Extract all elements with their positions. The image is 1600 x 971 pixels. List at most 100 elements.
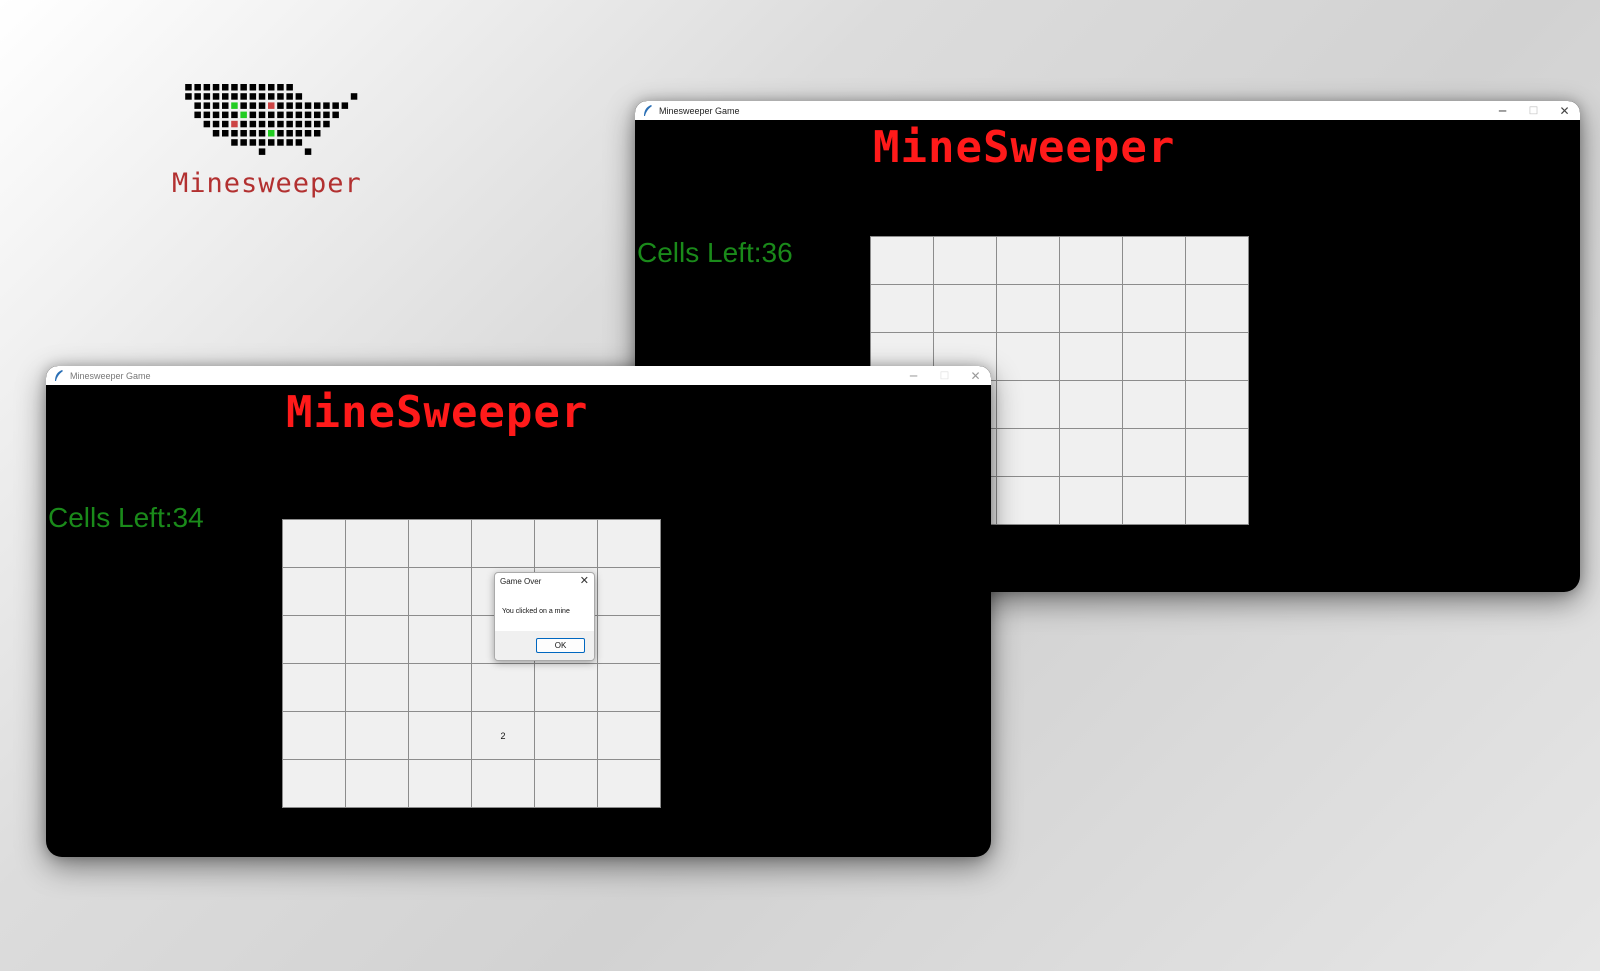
grid-cell[interactable] [997, 285, 1059, 332]
grid-cell[interactable] [1123, 237, 1185, 284]
grid-cell[interactable] [1060, 429, 1122, 476]
logo-dot [295, 139, 303, 146]
grid-cell[interactable] [1123, 333, 1185, 380]
grid-cell[interactable] [283, 664, 345, 711]
grid-cell[interactable] [535, 712, 597, 759]
grid-cell[interactable] [472, 760, 534, 807]
logo-dot [203, 111, 211, 119]
grid-cell[interactable] [1123, 429, 1185, 476]
grid-cell[interactable] [346, 520, 408, 567]
logo-dot [323, 102, 330, 109]
close-button[interactable]: ✕ [1549, 101, 1580, 120]
grid-cell[interactable] [997, 237, 1059, 284]
logo-dot [295, 111, 303, 119]
minimize-button[interactable]: ─ [898, 366, 929, 385]
logo-dot [231, 111, 238, 119]
grid-cell[interactable] [346, 712, 408, 759]
logo-dot [277, 139, 284, 146]
grid-cell[interactable] [283, 616, 345, 663]
logo-dot [286, 120, 293, 128]
grid-cell[interactable] [598, 520, 660, 567]
grid-cell[interactable] [283, 568, 345, 615]
feather-icon [644, 104, 652, 116]
grid-cell[interactable] [598, 760, 660, 807]
grid-cell[interactable] [1186, 381, 1248, 428]
grid-cell[interactable] [535, 664, 597, 711]
logo-dot [222, 102, 229, 109]
grid-cell[interactable] [535, 520, 597, 567]
logo-dot [240, 93, 247, 100]
ok-button[interactable]: OK [536, 638, 585, 653]
grid-cell[interactable] [1060, 237, 1122, 284]
logo-dot [222, 93, 229, 100]
grid-cell[interactable]: 2 [472, 712, 534, 759]
grid-cell[interactable] [409, 760, 471, 807]
cells-left-counter: Cells Left:36 [637, 237, 793, 268]
grid-cell[interactable] [871, 237, 933, 284]
grid-cell[interactable] [1123, 285, 1185, 332]
grid-cell[interactable] [997, 333, 1059, 380]
grid-cell[interactable] [535, 760, 597, 807]
window-title: Minesweeper Game [70, 370, 151, 381]
grid-cell[interactable] [346, 760, 408, 807]
grid-cell[interactable] [598, 664, 660, 711]
grid-cell[interactable] [1186, 237, 1248, 284]
logo-dot [249, 120, 257, 128]
dialog-title-bar[interactable]: Game Over ✕ [495, 573, 594, 590]
grid-cell[interactable] [598, 616, 660, 663]
grid-cell[interactable] [346, 616, 408, 663]
grid-cell[interactable] [346, 568, 408, 615]
logo-dot [249, 111, 257, 119]
logo-dot [258, 148, 266, 155]
logo-dot [304, 111, 312, 119]
grid-cell[interactable] [472, 520, 534, 567]
grid-cell[interactable] [409, 664, 471, 711]
logo-dot [249, 93, 257, 100]
grid-cell[interactable] [409, 568, 471, 615]
grid-cell[interactable] [997, 381, 1059, 428]
logo-dot [203, 102, 211, 109]
grid-cell[interactable] [934, 285, 996, 332]
grid-cell[interactable] [997, 477, 1059, 524]
maximize-button[interactable]: □ [929, 366, 960, 385]
logo-dot [268, 130, 275, 137]
grid-cell[interactable] [409, 616, 471, 663]
grid-cell[interactable] [598, 568, 660, 615]
grid-cell[interactable] [283, 760, 345, 807]
grid-cell[interactable] [1060, 285, 1122, 332]
close-icon[interactable]: ✕ [580, 574, 589, 587]
game-over-dialog: Game Over ✕ You clicked on a mine OK [494, 572, 595, 661]
logo-dot [286, 139, 293, 146]
grid-cell[interactable] [283, 712, 345, 759]
grid-cell[interactable] [409, 712, 471, 759]
grid-cell[interactable] [1186, 429, 1248, 476]
grid-cell[interactable] [934, 237, 996, 284]
logo-dot [212, 111, 220, 119]
grid-cell[interactable] [409, 520, 471, 567]
dialog-title: Game Over [500, 577, 542, 586]
grid-cell[interactable] [1123, 477, 1185, 524]
title-bar[interactable]: Minesweeper Game ─ □ ✕ [46, 366, 991, 385]
maximize-button[interactable]: □ [1518, 101, 1549, 120]
logo-dot [295, 93, 303, 100]
grid-cell[interactable] [871, 285, 933, 332]
grid-cell[interactable] [283, 520, 345, 567]
grid-cell[interactable] [1123, 381, 1185, 428]
grid-cell[interactable] [346, 664, 408, 711]
grid-cell[interactable] [997, 429, 1059, 476]
minimize-button[interactable]: ─ [1487, 101, 1518, 120]
grid-cell[interactable] [598, 712, 660, 759]
grid-cell[interactable] [1060, 477, 1122, 524]
title-bar[interactable]: Minesweeper Game ─ □ ✕ [635, 101, 1580, 120]
grid-cell[interactable] [1060, 381, 1122, 428]
logo-dot [258, 111, 266, 119]
grid-cell[interactable] [1186, 333, 1248, 380]
logo-dot [194, 84, 201, 91]
game-title: MineSweeper [286, 387, 589, 438]
grid-cell[interactable] [1186, 477, 1248, 524]
grid-cell[interactable] [1186, 285, 1248, 332]
grid-cell[interactable] [472, 664, 534, 711]
close-button[interactable]: ✕ [960, 366, 991, 385]
grid-cell[interactable] [1060, 333, 1122, 380]
logo-dot [240, 84, 247, 91]
